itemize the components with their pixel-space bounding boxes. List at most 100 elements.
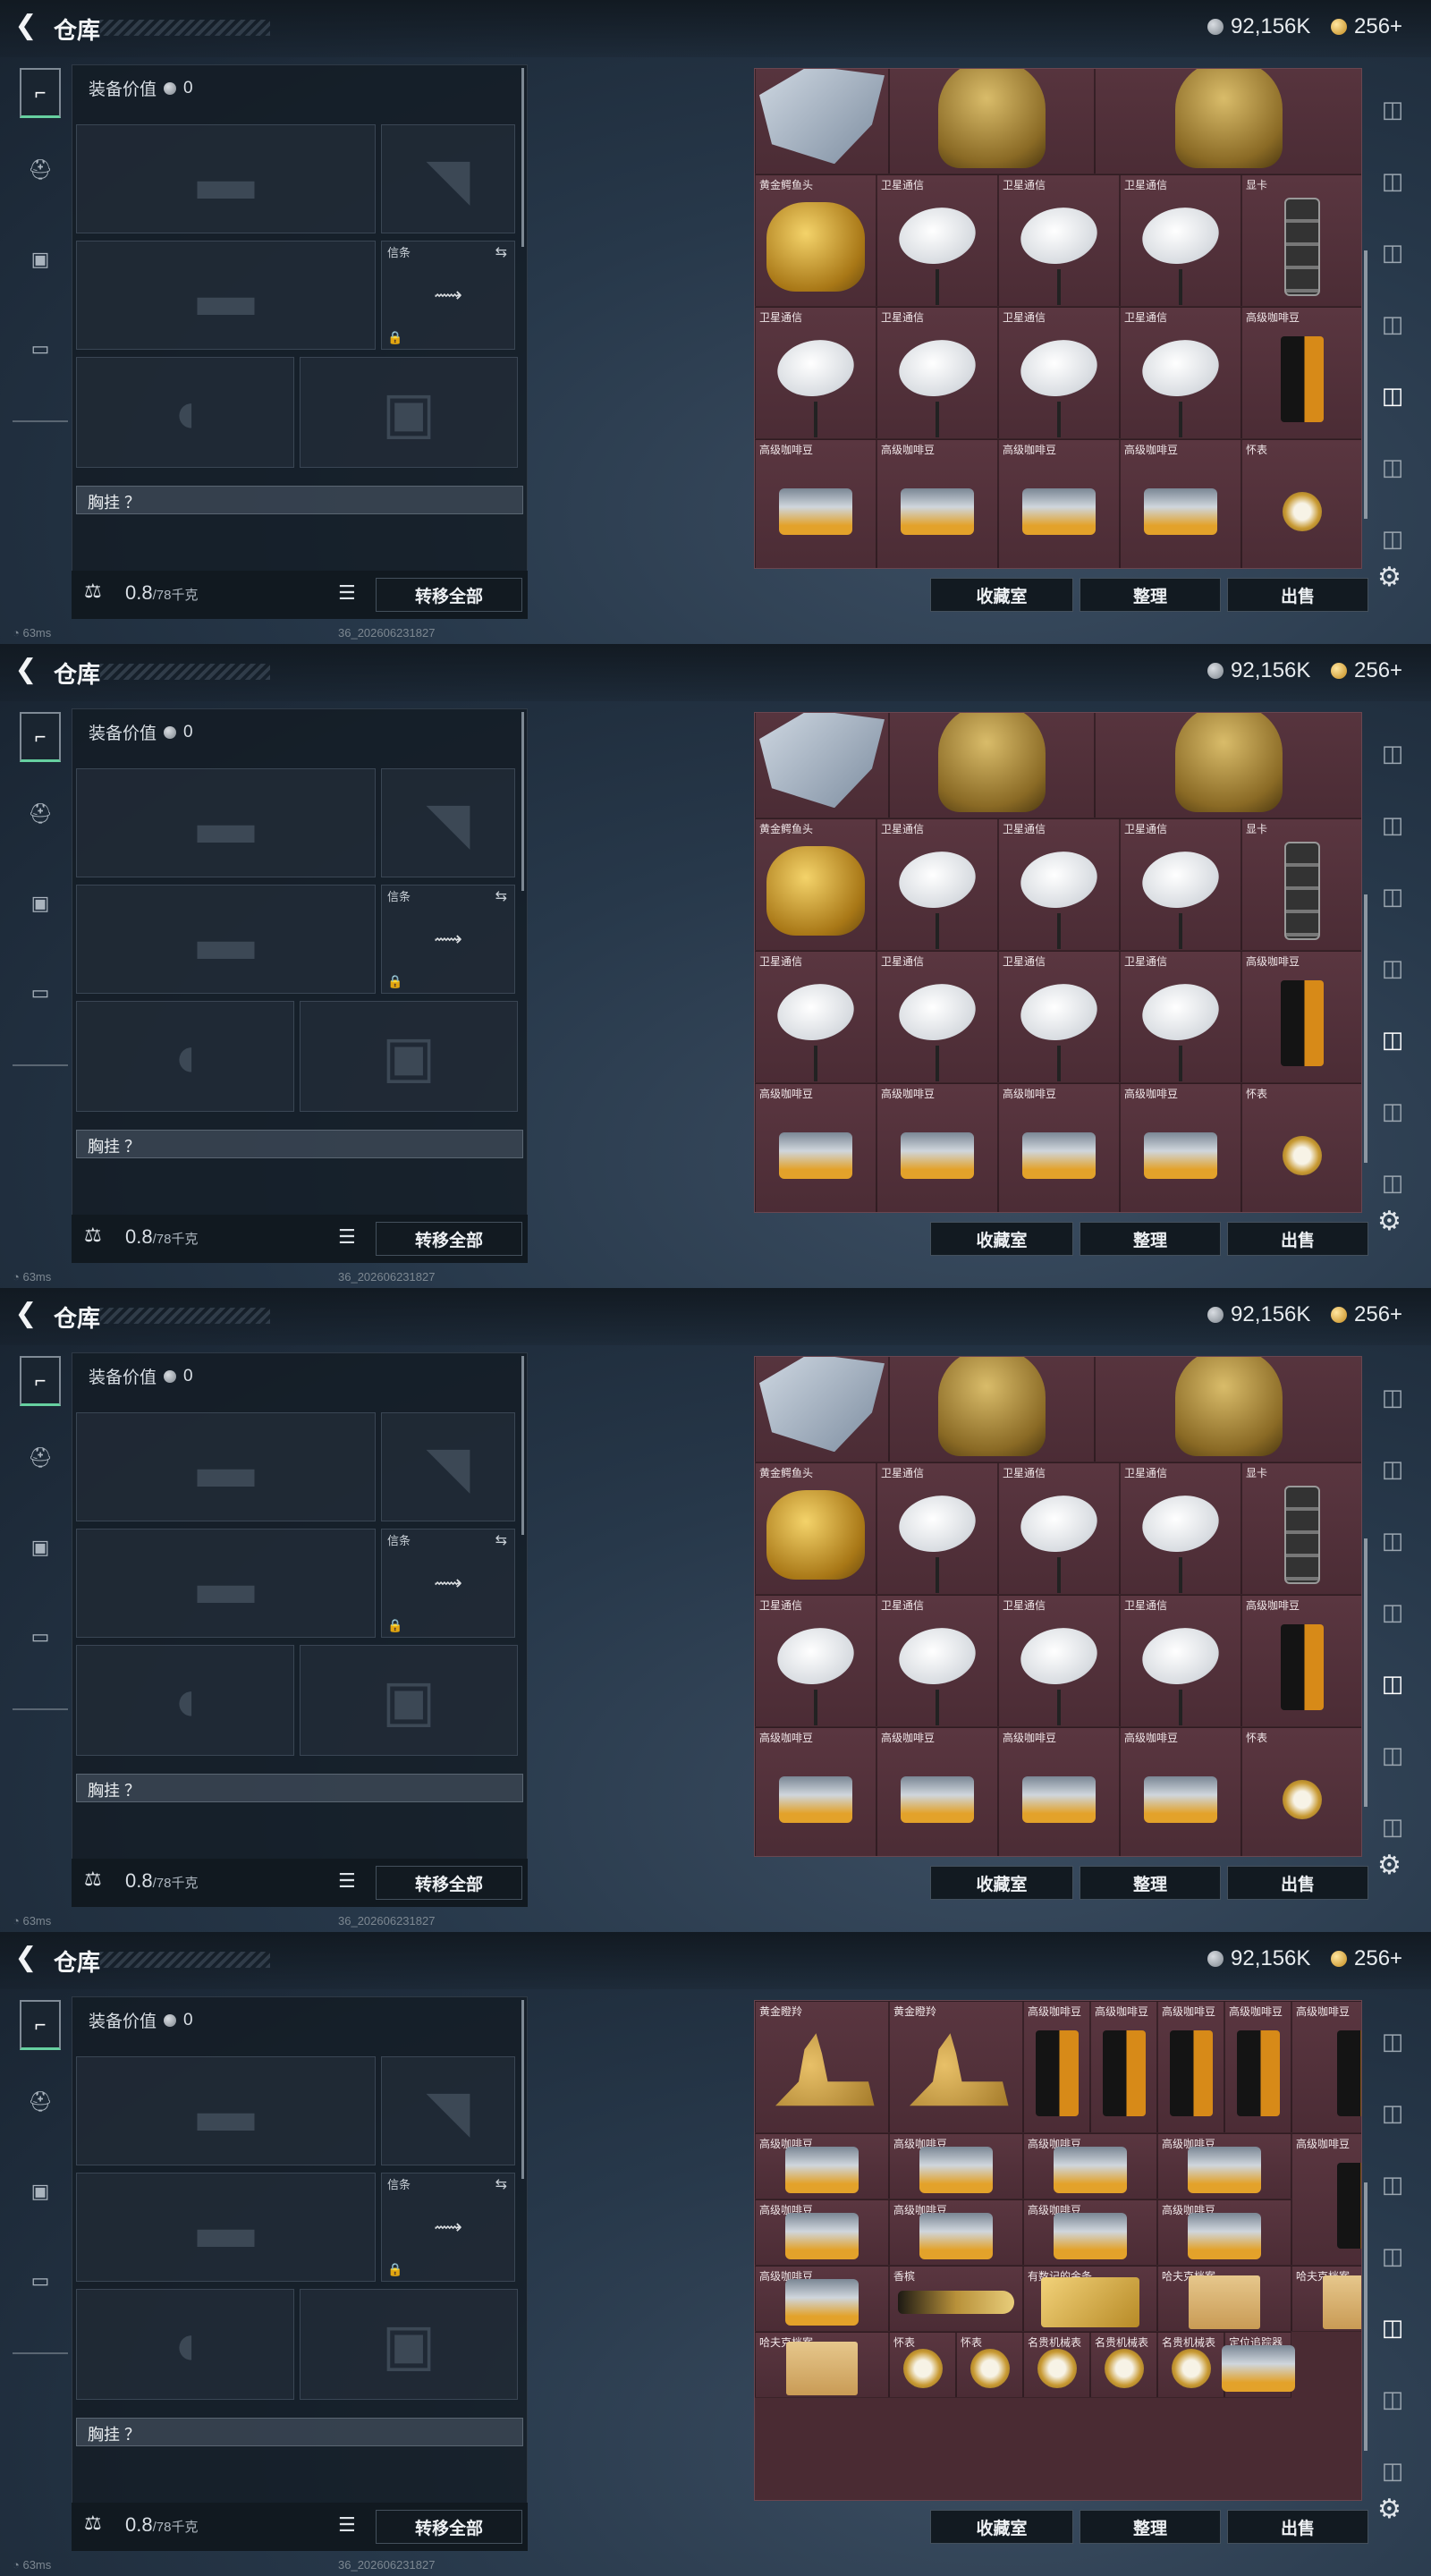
swap-icon[interactable]: ⇆ — [495, 887, 507, 905]
stash-item[interactable]: 黄金鳄鱼头 — [755, 174, 876, 307]
armor-slot[interactable]: ▣ — [300, 2289, 518, 2400]
stash-item[interactable]: 高级咖啡豆 — [755, 2133, 889, 2199]
stash-item[interactable]: 名贵机械表 — [1023, 2332, 1090, 2398]
stash-item[interactable]: 半身像 — [1095, 69, 1361, 174]
stash-item[interactable]: 显卡 — [1241, 818, 1361, 951]
stash-page-4-icon[interactable]: ◫ — [1373, 2236, 1412, 2275]
stash-item[interactable]: 香槟 — [889, 2266, 1023, 2332]
stash-item[interactable]: 名贵机械表 — [1090, 2332, 1157, 2398]
gold-currency[interactable]: 256+ — [1331, 1302, 1402, 1327]
primary-weapon-slot[interactable]: ▬ — [76, 1412, 376, 1521]
organize-button[interactable]: 整理 — [1080, 578, 1221, 612]
stash-item[interactable]: 高级咖啡豆 — [1090, 2001, 1157, 2133]
transfer-all-button[interactable]: 转移全部 — [376, 1222, 522, 1256]
primary-weapon-slot[interactable]: ▬ — [76, 2056, 376, 2165]
stash-item[interactable]: 怀表 — [1241, 439, 1361, 568]
pistol-slot[interactable]: ◥ — [381, 1412, 515, 1521]
stash-page-6-icon[interactable]: ◫ — [1373, 1091, 1412, 1131]
equipment-scrollbar[interactable] — [521, 68, 524, 247]
backpack-tab-icon[interactable]: ▭ — [20, 2256, 61, 2306]
settings-gear-icon[interactable]: ⚙ — [1377, 2494, 1401, 2525]
stash-item[interactable]: 高级咖啡豆 — [876, 1083, 998, 1212]
stash-item[interactable]: 高级咖啡豆 — [1241, 951, 1361, 1083]
stash-item[interactable]: 怀表 — [956, 2332, 1023, 2398]
stash-item[interactable]: 卫星通信 — [998, 818, 1120, 951]
stash-item[interactable]: 卫星通信 — [755, 1595, 876, 1727]
stash-item[interactable]: 卫星通信 — [1120, 307, 1241, 439]
collection-room-button[interactable]: 收藏室 — [930, 578, 1073, 612]
helmet-slot[interactable]: ◖ — [76, 357, 294, 468]
stash-page-5-icon[interactable]: ◫ — [1373, 376, 1412, 415]
stash-item[interactable]: 高级咖啡豆 — [1023, 2133, 1157, 2199]
backpack-tab-icon[interactable]: ▭ — [20, 968, 61, 1018]
chest-rig-header[interactable]: 胸挂 ？ — [76, 1774, 523, 1802]
stash-item[interactable]: 高级咖啡豆 — [889, 2133, 1023, 2199]
stash-page-4-icon[interactable]: ◫ — [1373, 1592, 1412, 1631]
transfer-all-button[interactable]: 转移全部 — [376, 578, 522, 612]
stash-item[interactable]: 半身像 — [889, 69, 1095, 174]
stash-item[interactable]: 卫星通信 — [998, 1462, 1120, 1595]
gold-currency[interactable]: 256+ — [1331, 1946, 1402, 1971]
chest-rig-header[interactable]: 胸挂 ？ — [76, 486, 523, 514]
stash-page-4-icon[interactable]: ◫ — [1373, 304, 1412, 343]
stash-item[interactable]: 高级咖啡豆 — [1291, 2001, 1361, 2133]
stash-item[interactable]: 高级咖啡豆 — [1157, 2199, 1291, 2266]
helmet-tab-icon[interactable]: ⛑ — [20, 1433, 61, 1483]
stash-item[interactable]: 高级咖啡豆 — [889, 2199, 1023, 2266]
stash-scrollbar[interactable] — [1364, 2182, 1367, 2451]
stash-page-7-icon[interactable]: ◫ — [1373, 2451, 1412, 2490]
back-arrow-icon[interactable]: ❮ — [13, 657, 39, 683]
stash-item[interactable]: 卫星通信 — [998, 174, 1120, 307]
chest-rig-header[interactable]: 胸挂 ？ — [76, 1130, 523, 1158]
sell-button[interactable]: 出售 — [1227, 1222, 1368, 1256]
backpack-tab-icon[interactable]: ▭ — [20, 324, 61, 374]
stash-item[interactable] — [1095, 1357, 1361, 1462]
stash-item[interactable] — [889, 1357, 1095, 1462]
sell-button[interactable]: 出售 — [1227, 578, 1368, 612]
weapon-tab-icon[interactable]: ⌐ — [20, 1356, 61, 1406]
weapon-tab-icon[interactable]: ⌐ — [20, 2000, 61, 2050]
stash-page-7-icon[interactable]: ◫ — [1373, 1163, 1412, 1202]
stash-item[interactable]: 黄金鳄鱼头 — [755, 818, 876, 951]
chest-rig-header[interactable]: 胸挂 ？ — [76, 2418, 523, 2446]
equipment-scrollbar[interactable] — [521, 1356, 524, 1535]
stash-item[interactable]: 显卡 — [1241, 1462, 1361, 1595]
melee-slot[interactable]: 信条 ⇆ ⟿ 🔒 — [381, 1529, 515, 1638]
back-arrow-icon[interactable]: ❮ — [13, 1301, 39, 1327]
stash-page-1-icon[interactable]: ◫ — [1373, 89, 1412, 129]
stash-item[interactable]: 高级咖啡豆 — [755, 439, 876, 568]
stash-item[interactable]: 高级咖啡豆 — [1157, 2133, 1291, 2199]
stash-item[interactable]: 怀表 — [889, 2332, 956, 2398]
melee-slot[interactable]: 信条 ⇆ ⟿ 🔒 — [381, 2173, 515, 2282]
pistol-slot[interactable]: ◥ — [381, 2056, 515, 2165]
primary-weapon-slot[interactable]: ▬ — [76, 124, 376, 233]
armor-slot[interactable]: ▣ — [300, 1001, 518, 1112]
stash-item[interactable]: 高级咖啡豆 — [755, 1083, 876, 1212]
vest-tab-icon[interactable]: ▣ — [20, 2166, 61, 2216]
stash-item[interactable]: 高级咖啡豆 — [1291, 2133, 1361, 2266]
stash-item[interactable]: 高级咖啡豆 — [1023, 2001, 1090, 2133]
helmet-slot[interactable]: ◖ — [76, 2289, 294, 2400]
stash-item[interactable]: 医疗机械人 — [755, 69, 889, 174]
stash-item[interactable]: 卫星通信 — [1120, 174, 1241, 307]
stash-item[interactable]: 名贵机械表 — [1157, 2332, 1224, 2398]
stash-page-2-icon[interactable]: ◫ — [1373, 1449, 1412, 1488]
stash-item[interactable] — [755, 713, 889, 818]
helmet-tab-icon[interactable]: ⛑ — [20, 2077, 61, 2127]
stash-item[interactable]: 哈夫克档案 — [1291, 2266, 1361, 2332]
collection-room-button[interactable]: 收藏室 — [930, 1222, 1073, 1256]
organize-button[interactable]: 整理 — [1080, 1866, 1221, 1900]
stash-page-3-icon[interactable]: ◫ — [1373, 1521, 1412, 1560]
sell-button[interactable]: 出售 — [1227, 1866, 1368, 1900]
stash-item[interactable]: 卫星通信 — [755, 307, 876, 439]
stash-page-4-icon[interactable]: ◫ — [1373, 948, 1412, 987]
secondary-weapon-slot[interactable]: ▬ — [76, 2173, 376, 2282]
gold-currency[interactable]: 256+ — [1331, 658, 1402, 683]
stash-item[interactable]: 高级咖啡豆 — [876, 439, 998, 568]
helmet-slot[interactable]: ◖ — [76, 1645, 294, 1756]
back-arrow-icon[interactable]: ❮ — [13, 1945, 39, 1971]
stash-item[interactable]: 高级咖啡豆 — [998, 1727, 1120, 1856]
stash-page-1-icon[interactable]: ◫ — [1373, 1377, 1412, 1417]
settings-gear-icon[interactable]: ⚙ — [1377, 1206, 1401, 1237]
stash-page-2-icon[interactable]: ◫ — [1373, 2093, 1412, 2132]
